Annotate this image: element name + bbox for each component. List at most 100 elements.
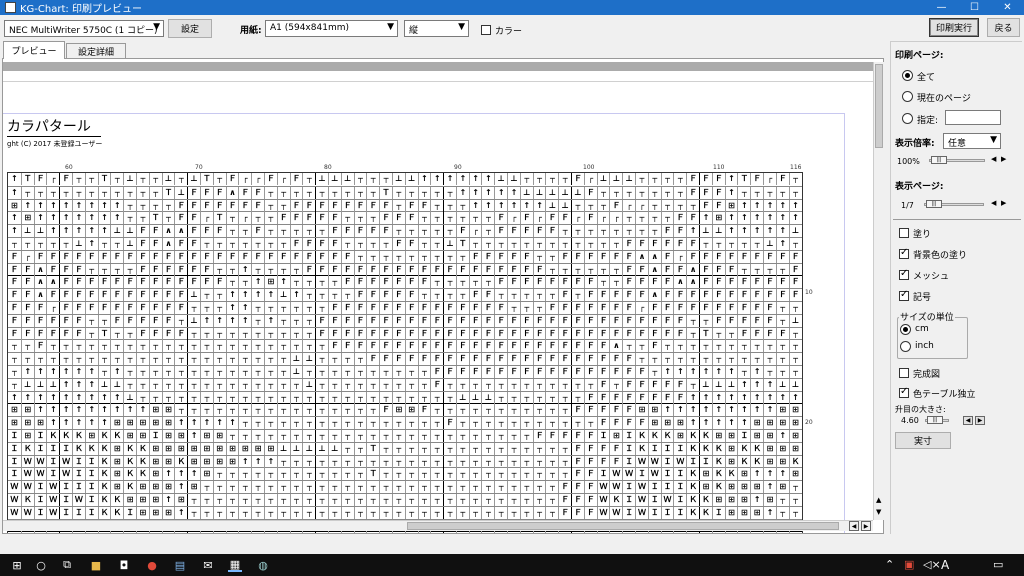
back-button[interactable]: 戻る: [987, 18, 1020, 37]
page-range-input[interactable]: [945, 110, 1001, 125]
zoom-slider-knob[interactable]: |||: [931, 156, 947, 164]
scroll-right-icon[interactable]: ▶: [861, 521, 871, 531]
scroll-left-icon[interactable]: ◀: [849, 521, 859, 531]
grid-cell: ⊥: [609, 173, 622, 185]
zoom-slider[interactable]: ||| ◀ ▶: [929, 155, 1009, 164]
grid-cell: ↑: [11, 392, 18, 402]
color-checkbox[interactable]: [481, 25, 491, 35]
cell-size-knob[interactable]: |||: [927, 416, 943, 424]
preview-vertical-scrollbar[interactable]: ▲ ▼: [873, 62, 884, 520]
page-slider-knob[interactable]: |||: [926, 200, 942, 208]
paint-icon[interactable]: ◍: [256, 558, 270, 572]
grid-cell: ┬: [430, 289, 443, 302]
grid-cell: ┬: [353, 212, 367, 225]
grid-cell: ┬: [289, 340, 303, 353]
slider-right-icon[interactable]: ▶: [1001, 155, 1006, 163]
store-icon[interactable]: ◘: [117, 558, 131, 572]
grid-cell: Ｉ: [71, 481, 85, 494]
page-slider[interactable]: ||| ◀ ▶: [924, 199, 1009, 208]
chrome-icon[interactable]: ●: [145, 558, 159, 572]
grid-cell: Ｆ: [507, 314, 520, 327]
mesh-checkbox[interactable]: [899, 268, 909, 280]
task-view-icon[interactable]: ⧉: [60, 558, 74, 572]
grid-cell: ↑: [481, 173, 494, 185]
preview-horizontal-scrollbar[interactable]: ◀ ▶: [3, 520, 873, 531]
radio-specify[interactable]: [902, 113, 913, 124]
grid-cell: Ｆ: [327, 225, 341, 238]
grid-cell: ┬: [289, 301, 303, 314]
grid-cell: Ｆ: [622, 378, 635, 391]
search-icon[interactable]: ○: [34, 558, 48, 572]
grid-cell: ┬: [353, 186, 367, 199]
radio-inch[interactable]: [900, 341, 911, 352]
zoom-select[interactable]: 任意 ▼: [943, 133, 1001, 149]
grid-cell: ⊞: [110, 455, 123, 468]
grid-cell: Ｆ: [622, 250, 635, 263]
color-table-checkbox[interactable]: [899, 386, 909, 398]
grid-cell: ⊥: [468, 391, 482, 404]
grid-cell: Ｆ: [174, 263, 187, 276]
radio-all[interactable]: [902, 70, 913, 81]
kg-chart-taskbar-icon[interactable]: ▦: [228, 558, 242, 572]
grid-cell: ┬: [199, 532, 213, 533]
folder-icon[interactable]: ■: [89, 558, 103, 572]
grid-cell: ⊥: [20, 378, 34, 391]
maximize-button[interactable]: ☐: [958, 0, 991, 15]
grid-cell: Ｋ: [635, 442, 648, 455]
slider-left-icon[interactable]: ◀: [991, 155, 996, 163]
speaker-muted-icon[interactable]: ◁×: [923, 558, 941, 571]
radio-current-page[interactable]: [902, 91, 913, 102]
grid-cell: ↑: [161, 493, 175, 506]
grid-cell: ┬: [263, 506, 277, 519]
grid-cell: ┬: [302, 481, 315, 494]
grid-cell: ⊥: [289, 365, 303, 378]
print-button[interactable]: 印刷実行: [929, 18, 979, 37]
close-button[interactable]: ✕: [991, 0, 1024, 15]
grid-cell: Ｆ: [647, 276, 661, 289]
grid-cell: Ｆ: [430, 365, 443, 378]
grid-cell: Ｉ: [10, 456, 19, 466]
grid-cell: ┬: [455, 199, 469, 212]
orientation-select[interactable]: 縦 ▼: [404, 20, 469, 37]
scroll-down-icon[interactable]: ▼: [876, 508, 881, 516]
notification-icon[interactable]: ▭: [993, 558, 1003, 571]
actual-size-button[interactable]: 実寸: [895, 432, 951, 449]
complete-checkbox[interactable]: [899, 368, 909, 378]
grid-cell: ↑: [84, 365, 98, 378]
grid-cell: ┬: [315, 301, 328, 314]
grid-cell: Ｆ: [699, 263, 712, 276]
bg-fill-checkbox[interactable]: [899, 247, 909, 259]
radio-cm[interactable]: [900, 324, 911, 335]
symbol-checkbox[interactable]: [899, 289, 909, 301]
grid-cell: ⊞: [660, 417, 674, 430]
grid-cell: ⊞: [148, 455, 162, 468]
grid-cell: ↑: [46, 404, 59, 417]
windows-icon[interactable]: ⊞: [10, 558, 24, 572]
grid-cell: ┬: [366, 493, 379, 506]
notepad-icon[interactable]: ▤: [173, 558, 187, 572]
ime-indicator[interactable]: A: [941, 558, 949, 572]
slider-right-icon[interactable]: ▶: [1001, 199, 1006, 207]
horizontal-scroll-thumb[interactable]: [407, 522, 839, 530]
minimize-button[interactable]: —: [925, 0, 958, 15]
mail-icon[interactable]: ✉: [201, 558, 215, 572]
grid-cell: ↑: [46, 391, 59, 404]
cell-size-decrease-icon[interactable]: ◀: [963, 416, 973, 425]
printer-select[interactable]: NEC MultiWriter 5750C (1 コピー) ▼: [4, 20, 164, 37]
chevron-up-icon[interactable]: ⌃: [885, 558, 894, 571]
settings-button[interactable]: 設定: [168, 19, 212, 38]
grid-cell: ┬: [763, 532, 776, 533]
slider-left-icon[interactable]: ◀: [991, 199, 996, 207]
paper-select[interactable]: A1 (594x841mm) ▼: [265, 20, 398, 37]
tab-settings-detail[interactable]: 設定詳細: [66, 43, 126, 58]
preview-page: カラパタール ght (C) 2017 未登録ユーザー 60 70 80 90 100 1…: [3, 71, 875, 533]
tab-preview[interactable]: プレビュー: [3, 41, 65, 59]
grid-cell: ┬: [263, 417, 277, 430]
scroll-up-icon[interactable]: ▲: [876, 496, 881, 504]
cell-size-increase-icon[interactable]: ▶: [975, 416, 985, 425]
fill-checkbox[interactable]: [899, 228, 909, 238]
grid-cell: ↑: [123, 404, 136, 417]
app-tray-icon[interactable]: ▣: [904, 558, 914, 571]
grid-cell: ┬: [519, 378, 533, 391]
vertical-scroll-thumb[interactable]: [875, 64, 883, 148]
